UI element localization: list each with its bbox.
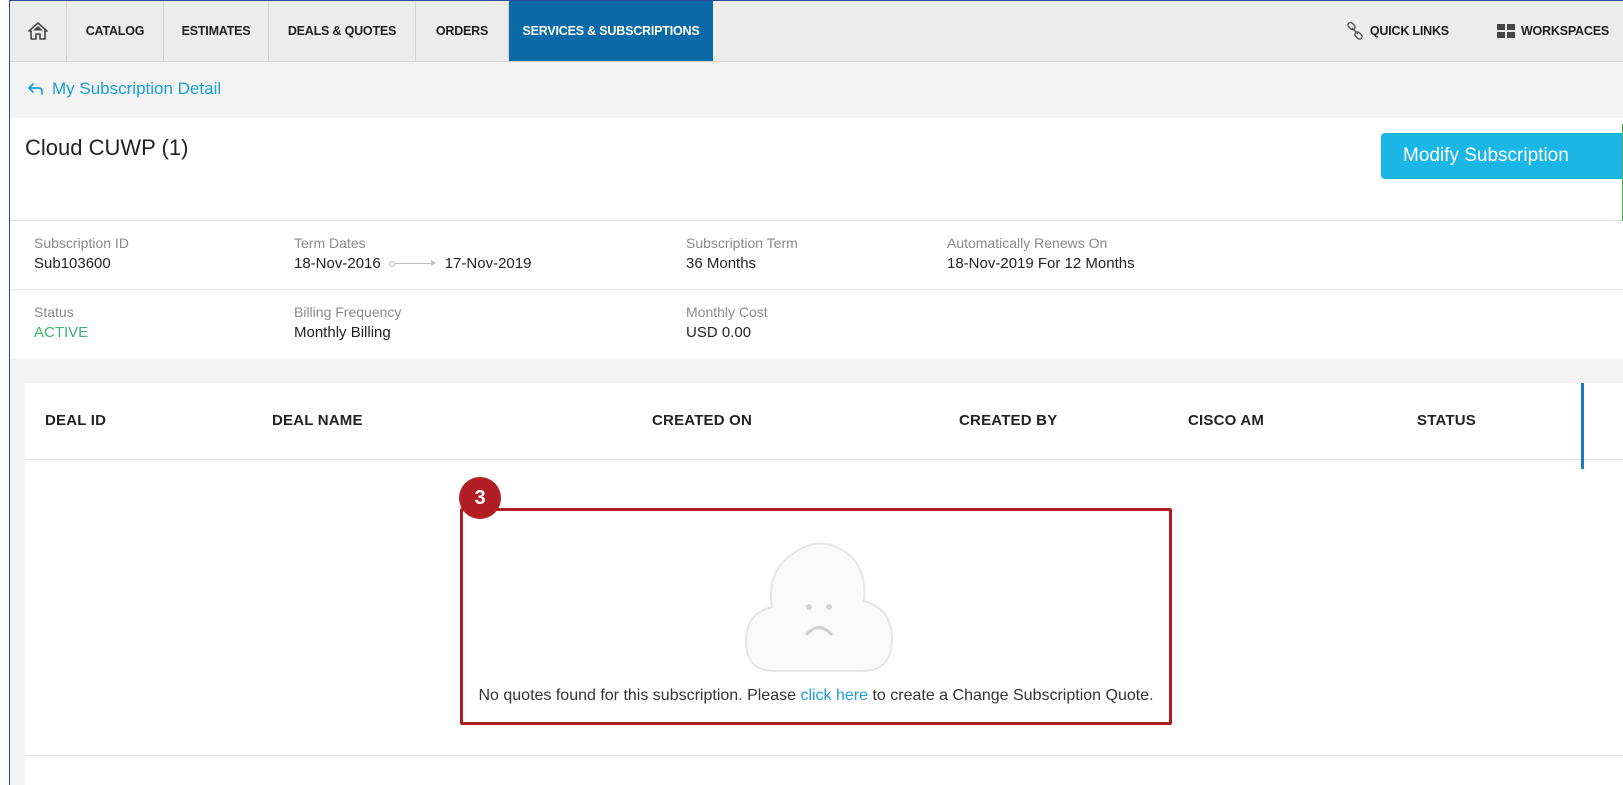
term-start-date: 18-Nov-2016 (294, 255, 381, 272)
modify-subscription-button[interactable]: Modify Subscription (1381, 133, 1623, 179)
empty-message-text-end: to create a Change Subscription Quote. (868, 687, 1154, 704)
app-window: CATALOG ESTIMATES DEALS & QUOTES ORDERS … (9, 0, 1623, 785)
tab-deals-quotes-label: DEALS & QUOTES (287, 24, 397, 38)
tab-catalog-label: CATALOG (85, 24, 145, 38)
details-row: Subscription ID Sub103600 Term Dates 18-… (10, 221, 1623, 290)
status-badge: ACTIVE (34, 324, 89, 341)
column-header-status[interactable]: STATUS (1417, 412, 1476, 429)
monthly-cost-value: USD 0.00 (686, 324, 752, 341)
breadcrumb-label: My Subscription Detail (52, 79, 222, 98)
empty-state-message: No quotes found for this subscription. P… (463, 687, 1169, 705)
empty-message-text: No quotes found for this subscription. P… (478, 687, 801, 704)
empty-state-callout: No quotes found for this subscription. P… (460, 508, 1172, 725)
table-header: DEAL ID DEAL NAME CREATED ON CREATED BY … (25, 383, 1623, 469)
column-header-cisco-am[interactable]: CISCO AM (1188, 412, 1264, 429)
nav-right-links: QUICK LINKS WORKSPACES (1332, 1, 1623, 61)
status-label: Status (34, 304, 74, 320)
workspaces-label: WORKSPACES (1520, 24, 1609, 38)
deals-table: DEAL ID DEAL NAME CREATED ON CREATED BY … (25, 383, 1623, 785)
breadcrumb-back-link[interactable]: My Subscription Detail (28, 79, 221, 99)
subscription-details: Subscription ID Sub103600 Term Dates 18-… (10, 221, 1623, 359)
create-change-quote-link[interactable]: click here (800, 687, 868, 704)
back-arrow-icon (28, 83, 43, 95)
link-chain-icon (1347, 22, 1363, 40)
status-field: Status ACTIVE (34, 304, 88, 341)
column-header-deal-id[interactable]: DEAL ID (45, 412, 106, 429)
home-button[interactable] (10, 1, 67, 61)
subscription-term-value: 36 Months (686, 255, 757, 272)
billing-frequency-label: Billing Frequency (294, 304, 402, 320)
quick-links-label: QUICK LINKS (1369, 24, 1449, 38)
column-header-created-by[interactable]: CREATED BY (959, 412, 1057, 429)
tab-estimates-label: ESTIMATES (181, 24, 251, 38)
workspaces-button[interactable]: WORKSPACES (1483, 24, 1623, 38)
tab-services-subscriptions[interactable]: SERVICES & SUBSCRIPTIONS (509, 1, 713, 61)
auto-renew-field: Automatically Renews On 18-Nov-2019 For … (947, 235, 1135, 272)
auto-renew-value: 18-Nov-2019 For 12 Months (947, 255, 1135, 272)
auto-renew-label: Automatically Renews On (947, 235, 1108, 251)
sad-cloud-icon (744, 542, 894, 672)
subscription-id-label: Subscription ID (34, 235, 129, 251)
date-range-arrow-icon (388, 260, 436, 267)
billing-frequency-field: Billing Frequency Monthly Billing (294, 304, 401, 341)
home-icon (28, 22, 48, 40)
term-end-date: 17-Nov-2019 (444, 255, 532, 272)
quick-links-button[interactable]: QUICK LINKS (1332, 22, 1463, 40)
monthly-cost-field: Monthly Cost USD 0.00 (686, 304, 768, 341)
details-row: Status ACTIVE Billing Frequency Monthly … (10, 290, 1623, 359)
tab-deals-quotes[interactable]: DEALS & QUOTES (269, 1, 416, 61)
tab-orders[interactable]: ORDERS (416, 1, 509, 61)
subscription-header: Cloud CUWP (1) Modify Subscription (10, 118, 1623, 254)
term-dates-label: Term Dates (294, 235, 366, 251)
top-navigation: CATALOG ESTIMATES DEALS & QUOTES ORDERS … (10, 1, 1623, 62)
table-bottom-divider (25, 755, 1623, 756)
column-header-deal-name[interactable]: DEAL NAME (272, 412, 363, 429)
grid-icon (1496, 24, 1515, 38)
subscription-term-label: Subscription Term (686, 235, 798, 251)
tab-orders-label: ORDERS (435, 24, 489, 38)
monthly-cost-label: Monthly Cost (686, 304, 768, 320)
tab-services-subscriptions-label: SERVICES & SUBSCRIPTIONS (522, 24, 700, 38)
subscription-term-field: Subscription Term 36 Months (686, 235, 798, 272)
term-dates-field: Term Dates 18-Nov-2016 17-Nov-2019 (294, 235, 531, 272)
term-dates-value: 18-Nov-2016 17-Nov-2019 (294, 255, 531, 272)
side-indicator (1581, 383, 1584, 469)
tab-catalog[interactable]: CATALOG (67, 1, 164, 61)
billing-frequency-value: Monthly Billing (294, 324, 391, 341)
column-header-created-on[interactable]: CREATED ON (652, 412, 752, 429)
callout-number-badge: 3 (459, 477, 501, 519)
subscription-id-field: Subscription ID Sub103600 (34, 235, 129, 272)
subscription-id-value: Sub103600 (34, 255, 111, 272)
tab-estimates[interactable]: ESTIMATES (164, 1, 269, 61)
page-title: Cloud CUWP (1) (25, 135, 189, 160)
